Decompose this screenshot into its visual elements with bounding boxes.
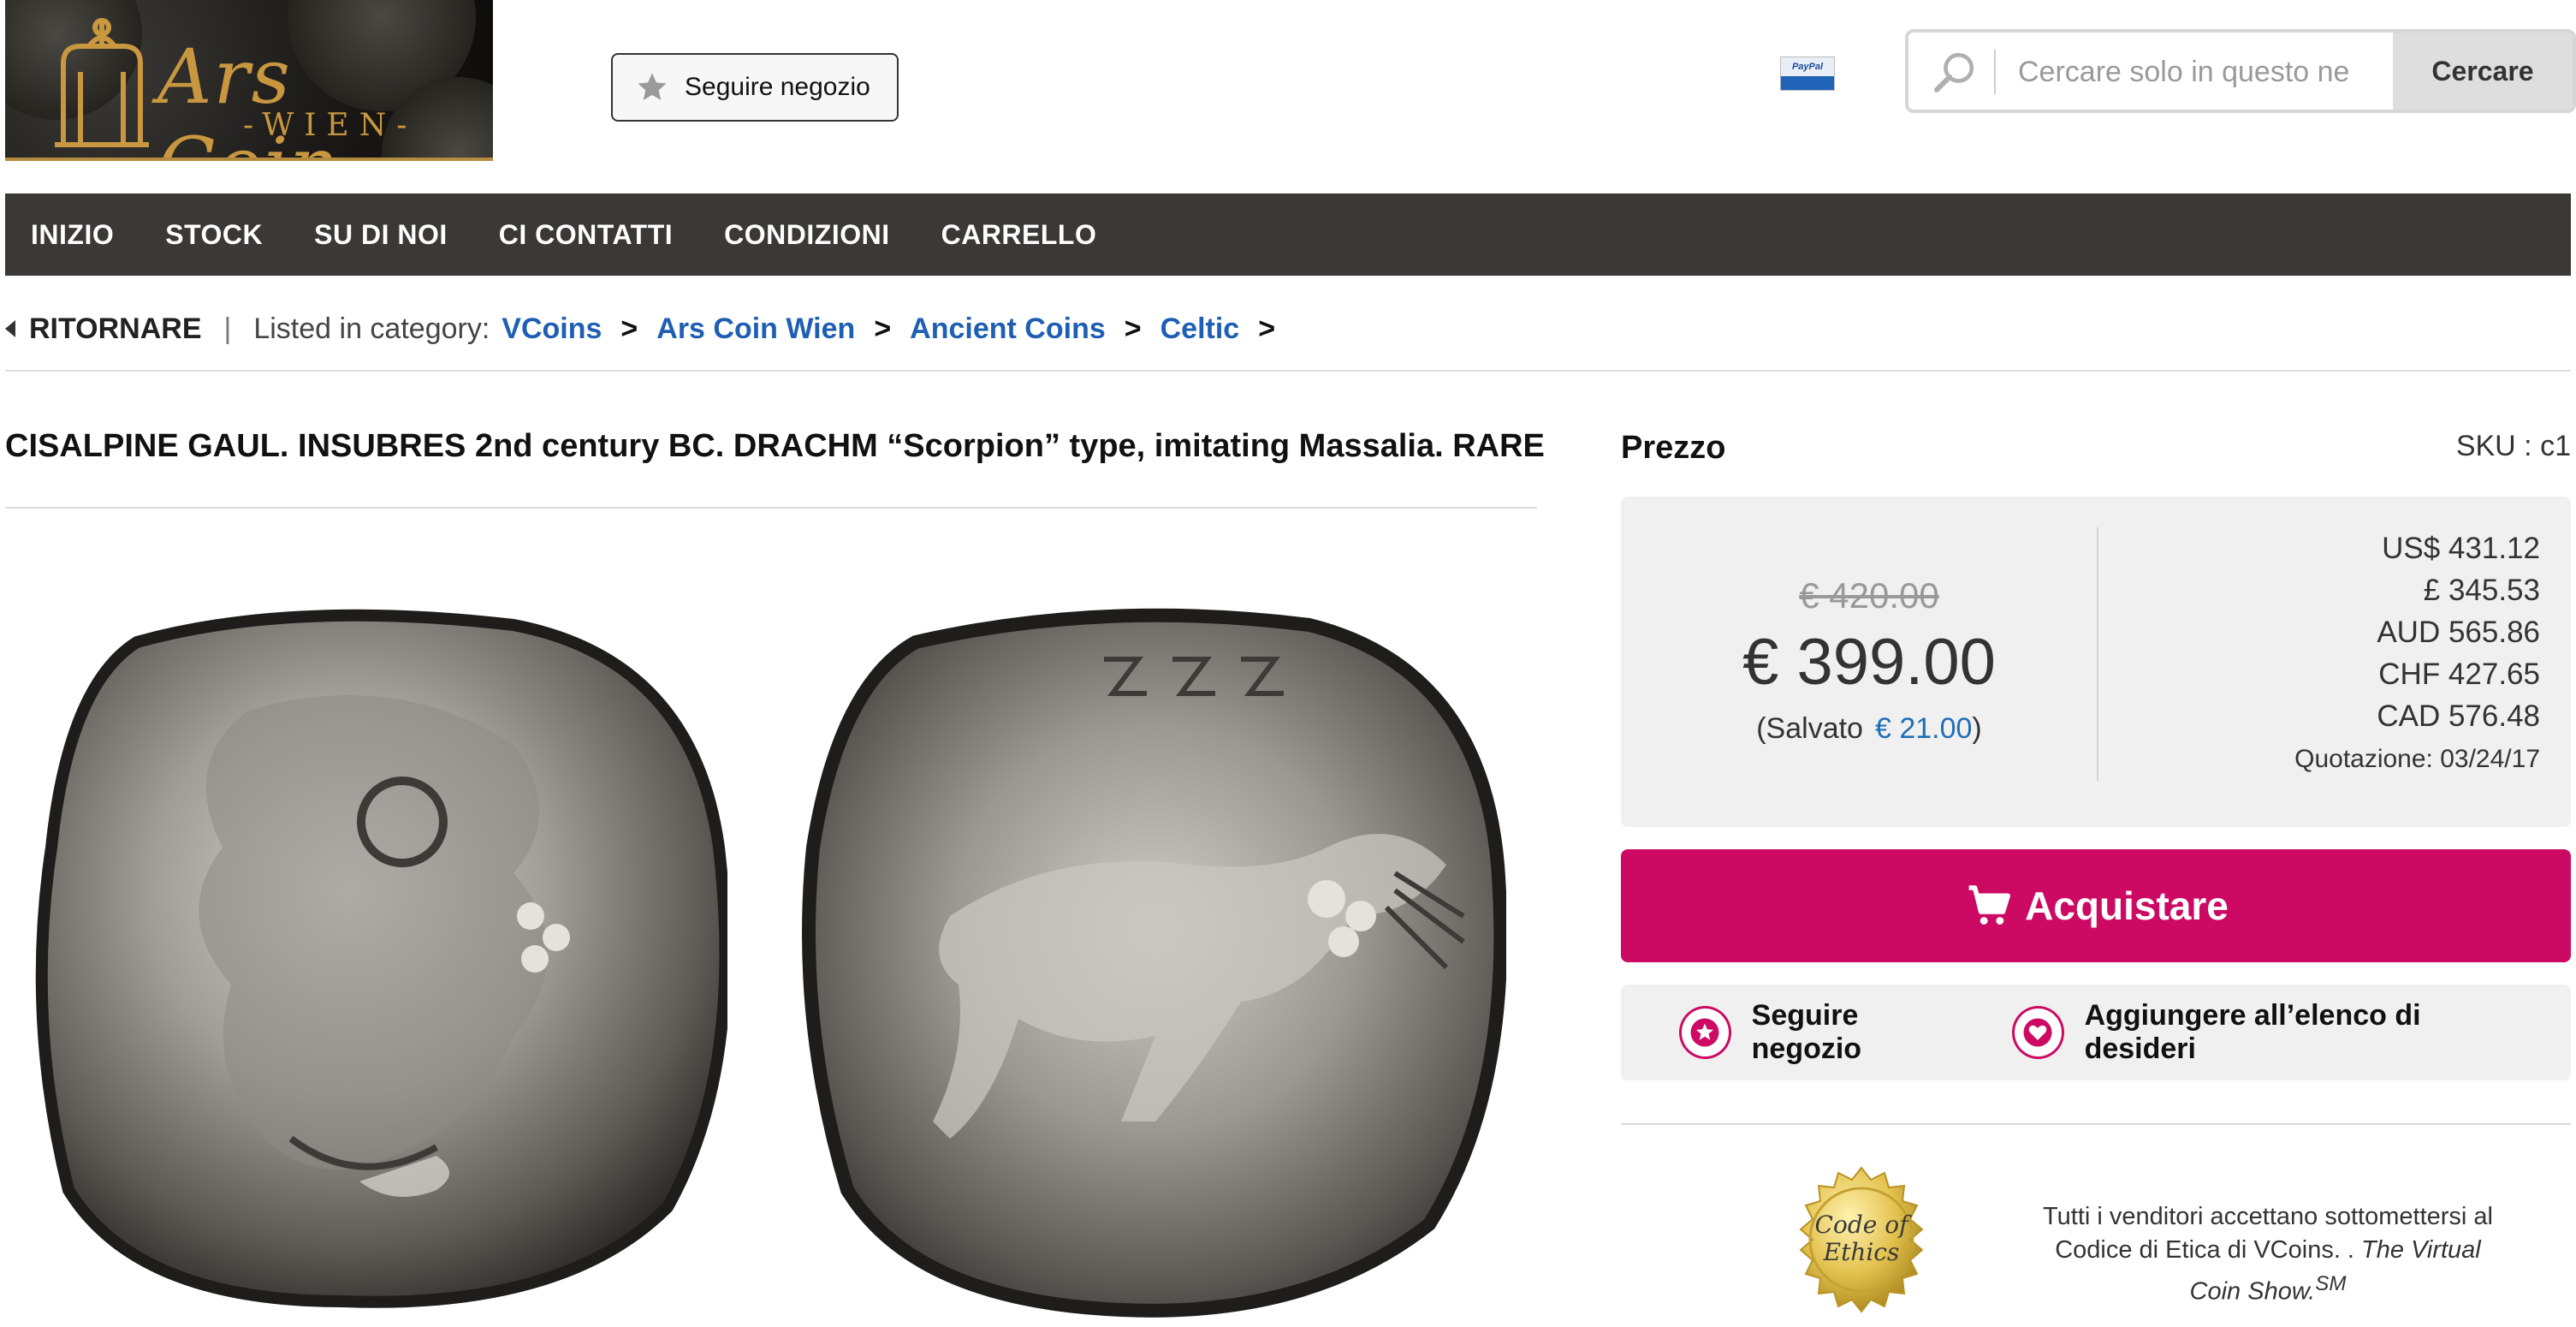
current-price: € 399.00 <box>1742 626 1996 699</box>
search-input[interactable] <box>2018 45 2405 99</box>
conversion-cad: CAD 576.48 <box>2377 699 2540 733</box>
seal-line-1: Code of <box>1815 1211 1913 1239</box>
price-divider <box>2097 527 2098 781</box>
coin-obverse-image[interactable] <box>34 591 732 1310</box>
breadcrumb-arrow: > <box>1258 312 1276 345</box>
magnifier-icon <box>1933 52 1974 93</box>
coin-obverse-art <box>35 609 732 1308</box>
star-circle <box>1679 1006 1731 1059</box>
back-link[interactable]: RITORNARE <box>29 312 202 346</box>
nav-item-stock[interactable]: STOCK <box>165 219 263 251</box>
heart-icon <box>2023 1018 2052 1047</box>
buy-label: Acquistare <box>2025 884 2229 928</box>
breadcrumb-arrow: > <box>620 312 638 345</box>
search-button[interactable]: Cercare <box>2393 33 2573 110</box>
conversion-gbp: £ 345.53 <box>2423 574 2540 607</box>
follow-store-button-top[interactable]: Seguire negozio <box>611 53 899 122</box>
old-price: € 420.00 <box>1799 575 1939 616</box>
breadcrumb-arrow: > <box>874 312 892 345</box>
listed-in-label: Listed in category: <box>253 312 490 345</box>
nav-item-su-di-noi[interactable]: SU DI NOI <box>314 219 448 251</box>
follow-store-button[interactable]: Seguire negozio <box>1679 999 1971 1066</box>
coin-reverse-art <box>802 608 1508 1318</box>
nav-item-carrello[interactable]: CARRELLO <box>941 219 1097 251</box>
breadcrumb-arrow: > <box>1124 312 1142 345</box>
currency-conversions: US$ 431.12 £ 345.53 AUD 565.86 CHF 427.6… <box>2294 527 2540 778</box>
breadcrumb-celtic[interactable]: Celtic <box>1160 312 1240 346</box>
nav-item-inizio[interactable]: INIZIO <box>31 219 114 251</box>
caret-left-icon <box>5 320 15 337</box>
nav-item-ci-contatti[interactable]: CI CONTATTI <box>499 219 673 251</box>
breadcrumb: RITORNARE | Listed in category: VCoins >… <box>5 303 1294 354</box>
code-of-ethics-seal-icon[interactable]: Code of Ethics <box>1780 1163 1943 1325</box>
wishlist-label: Aggiungere all’elenco di desideri <box>2084 999 2421 1065</box>
pillar-logo-icon <box>55 18 149 147</box>
nav-item-condizioni[interactable]: CONDIZIONI <box>724 219 889 251</box>
conversion-usd: US$ 431.12 <box>2382 532 2540 565</box>
logo-sub-text: -WIEN- <box>243 108 418 143</box>
price-box: € 420.00 € 399.00 (Salvato € 21.00) US$ 4… <box>1621 497 2571 827</box>
quotation-date: Quotazione: 03/24/17 <box>2294 745 2540 773</box>
store-logo[interactable]: Ars Coin -WIEN- <box>5 0 493 161</box>
search-divider <box>1994 50 1996 94</box>
paypal-stripe <box>1781 76 1834 90</box>
savings-prefix: (Salvato <box>1756 712 1863 745</box>
breadcrumb-ancient-coins[interactable]: Ancient Coins <box>910 312 1106 346</box>
star-icon <box>638 73 667 100</box>
conversion-aud: AUD 565.86 <box>2377 616 2540 649</box>
site-header: Ars Coin -WIEN- Seguire negozio PayPal C… <box>0 0 2576 193</box>
divider <box>5 507 1537 509</box>
breadcrumb-vcoins[interactable]: VCoins <box>502 312 602 346</box>
paypal-badge: PayPal <box>1780 57 1835 91</box>
divider <box>1621 1123 2571 1125</box>
price-heading: Prezzo <box>1621 430 1726 466</box>
breadcrumb-ars-coin-wien[interactable]: Ars Coin Wien <box>656 312 855 346</box>
savings-text: (Salvato € 21.00) <box>1621 712 2117 746</box>
product-title: CISALPINE GAUL. INSUBRES 2nd century BC.… <box>5 428 1545 464</box>
buy-button[interactable]: Acquistare <box>1621 849 2571 962</box>
divider <box>5 370 2571 372</box>
star-icon <box>1690 1018 1719 1047</box>
conversion-chf: CHF 427.65 <box>2378 658 2540 691</box>
sku-label: SKU : c1 <box>2455 430 2571 462</box>
add-to-wishlist-button[interactable]: Aggiungere all’elenco di desideri <box>2011 999 2530 1066</box>
follow-store-label: Seguire negozio <box>685 73 870 101</box>
paypal-text: PayPal <box>1781 57 1834 76</box>
coin-reverse-image[interactable] <box>796 591 1508 1318</box>
follow-store-label: Seguire negozio <box>1751 999 1862 1065</box>
savings-amount: € 21.00 <box>1874 712 1973 745</box>
ethics-sm-mark: SM <box>2315 1272 2347 1295</box>
logo-sub-label: WIEN <box>262 108 397 143</box>
store-search: Cercare <box>1905 29 2576 113</box>
breadcrumb-separator: | <box>223 312 232 345</box>
heart-circle <box>2011 1006 2064 1059</box>
savings-suffix: ) <box>1972 712 1982 745</box>
ethics-statement: Tutti i venditori accettano sottometters… <box>2037 1200 2499 1309</box>
cart-icon <box>1968 885 2011 925</box>
seal-line-2: Ethics <box>1823 1238 1900 1266</box>
secondary-actions: Seguire negozio Aggiungere all’elenco di… <box>1621 985 2571 1080</box>
main-nav: INIZIO STOCK SU DI NOI CI CONTATTI CONDI… <box>5 193 2571 276</box>
